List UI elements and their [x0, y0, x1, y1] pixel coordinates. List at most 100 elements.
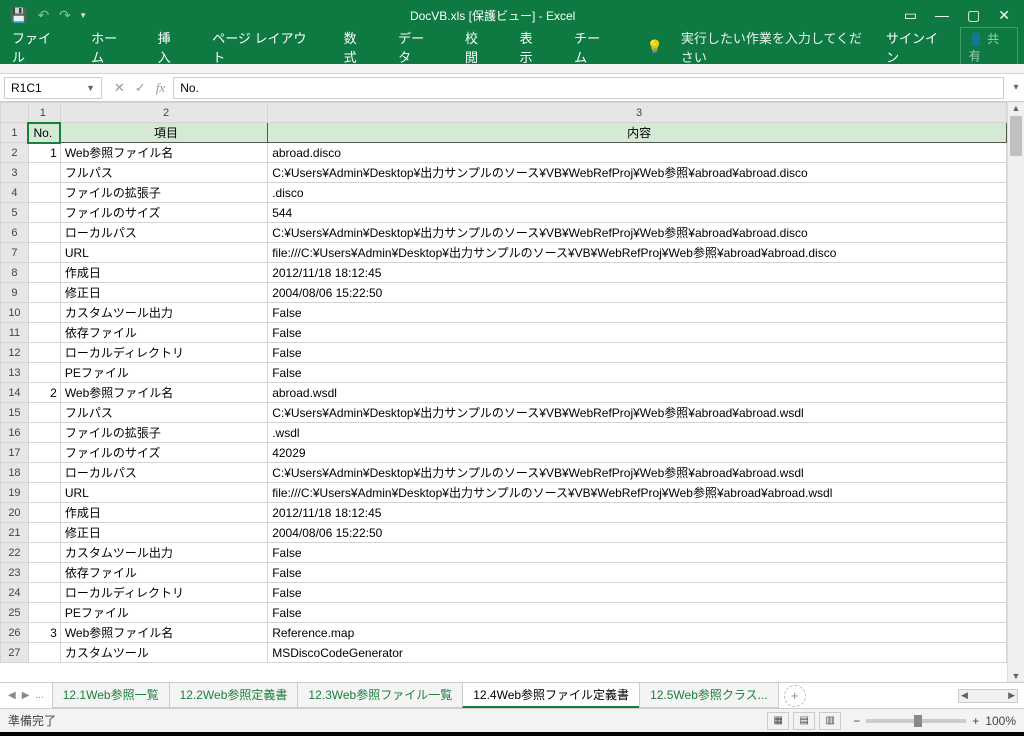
cell[interactable]: Reference.map [268, 623, 1007, 643]
cell[interactable]: Web参照ファイル名 [60, 383, 267, 403]
scroll-up-icon[interactable]: ▲ [1008, 103, 1024, 113]
cell[interactable]: カスタムツール [60, 643, 267, 663]
cell[interactable]: ローカルディレクトリ [60, 343, 267, 363]
spreadsheet-grid[interactable]: 1 2 3 1 No. 項目 内容 2 1 Web参照ファイル名 abroad.… [0, 102, 1007, 663]
cell[interactable]: PEファイル [60, 603, 267, 623]
cell[interactable] [28, 603, 60, 623]
cell[interactable]: abroad.disco [268, 143, 1007, 163]
row-header[interactable]: 24 [1, 583, 29, 603]
cell[interactable]: 修正日 [60, 283, 267, 303]
cell[interactable]: abroad.wsdl [268, 383, 1007, 403]
zoom-slider[interactable] [866, 719, 966, 723]
formula-input[interactable]: No. [173, 77, 1004, 99]
cell[interactable]: カスタムツール出力 [60, 543, 267, 563]
cell[interactable] [28, 523, 60, 543]
new-sheet-button[interactable]: + [784, 685, 806, 707]
cell[interactable]: フルパス [60, 163, 267, 183]
normal-view-icon[interactable]: ▦ [767, 712, 789, 730]
redo-icon[interactable]: ↷ [59, 7, 71, 24]
row-header[interactable]: 26 [1, 623, 29, 643]
sheet-nav-prev-icon[interactable]: ◀ [8, 690, 16, 701]
cell[interactable]: 2012/11/18 18:12:45 [268, 503, 1007, 523]
qat-dropdown-icon[interactable]: ▾ [81, 10, 86, 21]
row-header[interactable]: 7 [1, 243, 29, 263]
cell[interactable]: Web参照ファイル名 [60, 143, 267, 163]
share-button[interactable]: 👤 共有 [960, 27, 1018, 67]
cell[interactable]: False [268, 323, 1007, 343]
cell[interactable] [28, 163, 60, 183]
cell[interactable]: C:¥Users¥Admin¥Desktop¥出力サンプルのソース¥VB¥Web… [268, 163, 1007, 183]
maximize-icon[interactable]: ▢ [967, 7, 980, 24]
cell[interactable]: .disco [268, 183, 1007, 203]
cell[interactable] [28, 223, 60, 243]
cell[interactable]: 2004/08/06 15:22:50 [268, 283, 1007, 303]
cell[interactable] [28, 403, 60, 423]
row-header[interactable]: 14 [1, 383, 29, 403]
row-header[interactable]: 18 [1, 463, 29, 483]
cell[interactable]: No. [28, 123, 60, 143]
cell[interactable]: C:¥Users¥Admin¥Desktop¥出力サンプルのソース¥VB¥Web… [268, 223, 1007, 243]
cell[interactable] [28, 423, 60, 443]
cell[interactable] [28, 303, 60, 323]
cell[interactable]: URL [60, 483, 267, 503]
cell[interactable] [28, 583, 60, 603]
cell[interactable]: file:///C:¥Users¥Admin¥Desktop¥出力サンプルのソー… [268, 243, 1007, 263]
cell[interactable]: 作成日 [60, 503, 267, 523]
cell[interactable]: 544 [268, 203, 1007, 223]
scroll-left-icon[interactable]: ◀ [961, 690, 968, 701]
zoom-in-icon[interactable]: + [972, 714, 979, 728]
cell[interactable]: MSDiscoCodeGenerator [268, 643, 1007, 663]
cell[interactable] [28, 343, 60, 363]
cell[interactable]: URL [60, 243, 267, 263]
zoom-slider-knob[interactable] [914, 715, 922, 727]
cell[interactable] [28, 243, 60, 263]
cell[interactable] [28, 323, 60, 343]
cell[interactable] [28, 183, 60, 203]
row-header[interactable]: 19 [1, 483, 29, 503]
sheet-tab[interactable]: 12.3Web参照ファイル一覧 [297, 683, 463, 708]
cell[interactable]: False [268, 343, 1007, 363]
row-header[interactable]: 25 [1, 603, 29, 623]
select-all-corner[interactable] [1, 103, 29, 123]
row-header[interactable]: 3 [1, 163, 29, 183]
row-header[interactable]: 10 [1, 303, 29, 323]
fx-icon[interactable]: fx [156, 80, 165, 96]
row-header[interactable]: 1 [1, 123, 29, 143]
cell[interactable]: False [268, 303, 1007, 323]
row-header[interactable]: 13 [1, 363, 29, 383]
row-header[interactable]: 15 [1, 403, 29, 423]
row-header[interactable]: 17 [1, 443, 29, 463]
row-header[interactable]: 23 [1, 563, 29, 583]
sheet-tab[interactable]: 12.1Web参照一覧 [52, 683, 170, 708]
cell[interactable] [28, 543, 60, 563]
cell[interactable]: カスタムツール出力 [60, 303, 267, 323]
cell[interactable] [28, 503, 60, 523]
cell[interactable]: 内容 [268, 123, 1007, 143]
undo-icon[interactable]: ↶ [37, 7, 49, 24]
cell[interactable]: C:¥Users¥Admin¥Desktop¥出力サンプルのソース¥VB¥Web… [268, 463, 1007, 483]
cell[interactable]: .wsdl [268, 423, 1007, 443]
cell[interactable]: 42029 [268, 443, 1007, 463]
cell[interactable]: 項目 [60, 123, 267, 143]
cell[interactable]: 2012/11/18 18:12:45 [268, 263, 1007, 283]
cell[interactable]: False [268, 603, 1007, 623]
cell[interactable]: 2 [28, 383, 60, 403]
cell[interactable]: 依存ファイル [60, 323, 267, 343]
row-header[interactable]: 11 [1, 323, 29, 343]
cell[interactable]: False [268, 583, 1007, 603]
cell[interactable] [28, 263, 60, 283]
cell[interactable]: C:¥Users¥Admin¥Desktop¥出力サンプルのソース¥VB¥Web… [268, 403, 1007, 423]
page-break-view-icon[interactable]: ▥ [819, 712, 841, 730]
save-icon[interactable]: 💾 [10, 7, 27, 24]
close-icon[interactable]: ✕ [998, 7, 1010, 24]
zoom-out-icon[interactable]: − [853, 714, 860, 728]
cell[interactable] [28, 203, 60, 223]
sheet-nav-ellipsis[interactable]: ... [35, 690, 43, 701]
row-header[interactable]: 21 [1, 523, 29, 543]
cell[interactable]: 2004/08/06 15:22:50 [268, 523, 1007, 543]
scroll-down-icon[interactable]: ▼ [1008, 671, 1024, 681]
row-header[interactable]: 20 [1, 503, 29, 523]
cell[interactable]: ローカルディレクトリ [60, 583, 267, 603]
signin-link[interactable]: サインイン [886, 28, 948, 66]
sheet-tab[interactable]: 12.2Web参照定義書 [169, 683, 299, 708]
